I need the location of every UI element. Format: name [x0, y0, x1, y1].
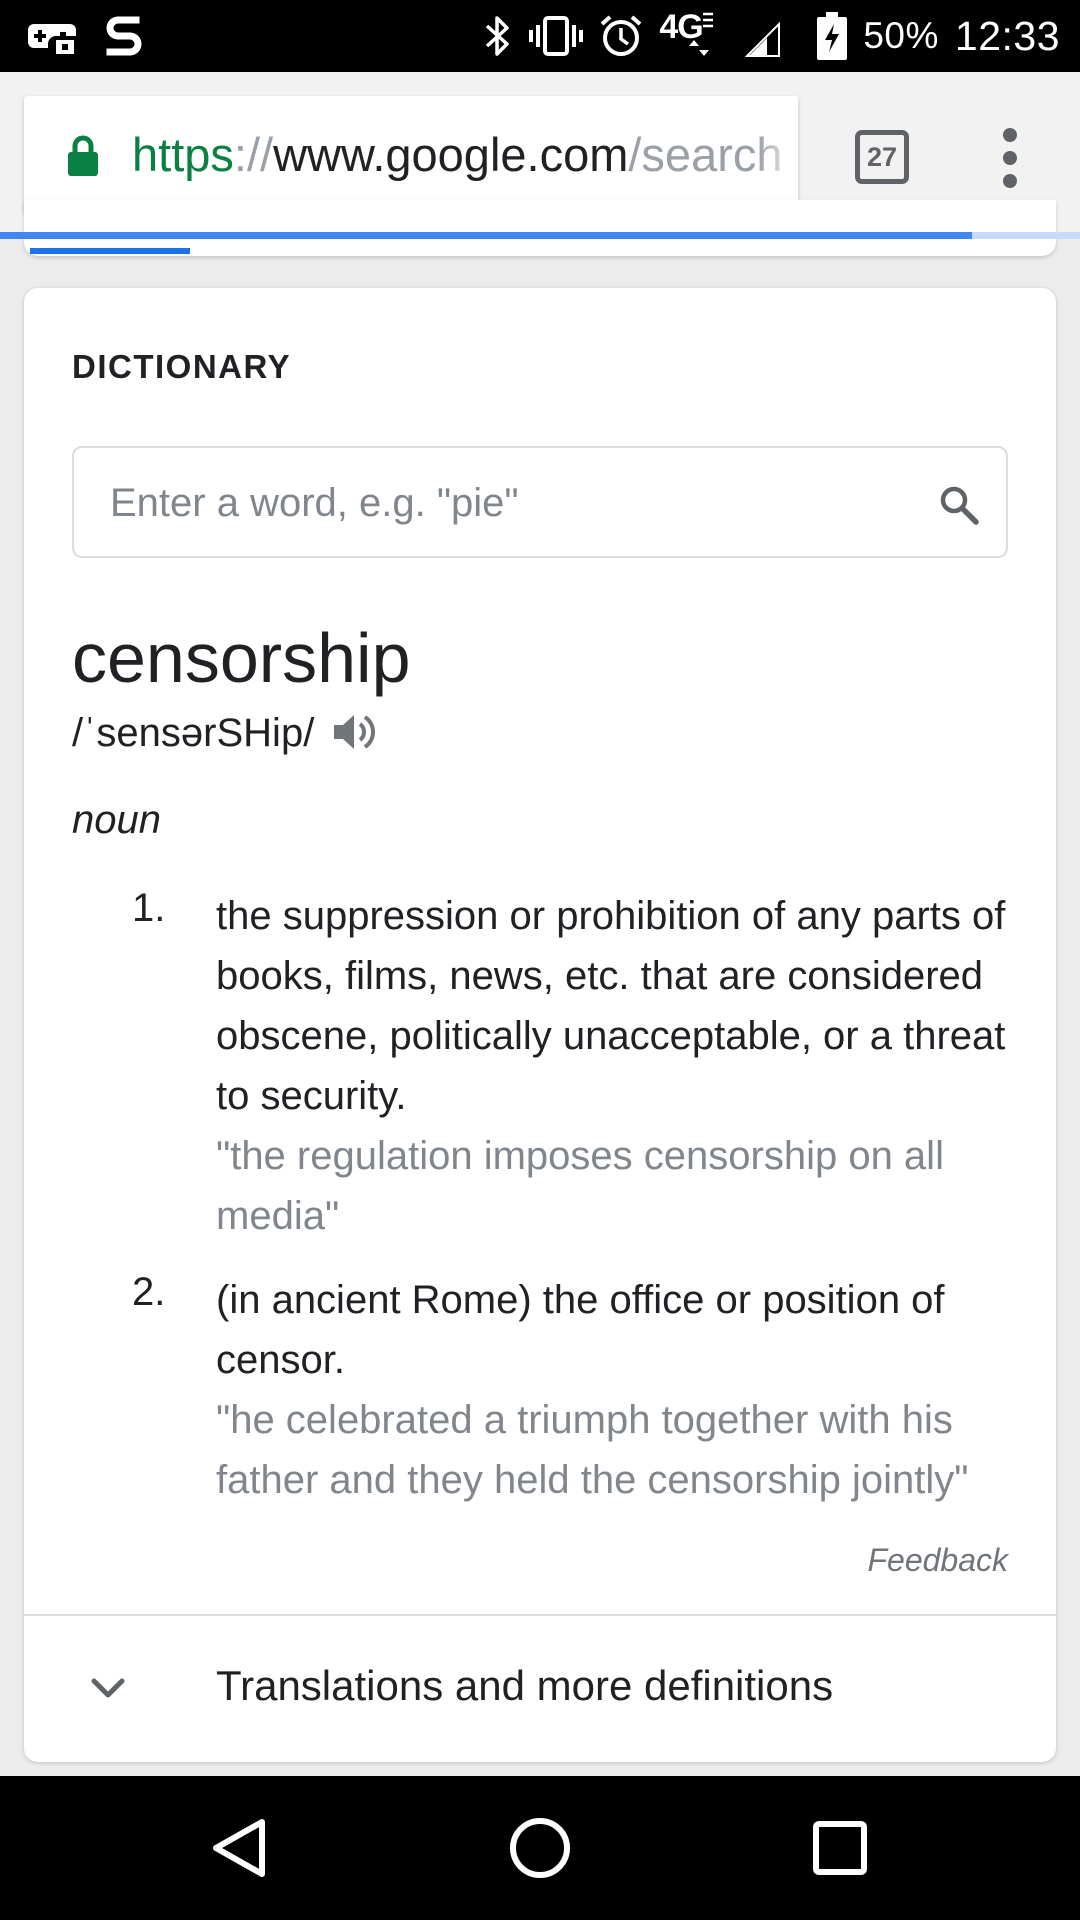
url-scheme: https [132, 128, 234, 181]
recents-icon[interactable] [804, 1812, 876, 1884]
url-host: www.google.com [273, 128, 629, 181]
game-controller-icon [28, 16, 76, 56]
sense-number: 1. [132, 886, 166, 930]
more-definitions-label: Translations and more definitions [216, 1662, 834, 1709]
network-4g-lte-icon: 4G [659, 8, 729, 62]
speaker-icon[interactable] [332, 710, 378, 759]
search-icon[interactable] [938, 484, 980, 531]
feedback-link[interactable]: Feedback [867, 1542, 1008, 1579]
chevron-down-icon [86, 1666, 130, 1715]
sense-definition: the suppression or prohibition of any pa… [216, 894, 1006, 1118]
battery-percent: 50% [863, 15, 939, 56]
s-app-icon [106, 14, 142, 58]
battery-charging-icon [817, 12, 848, 60]
back-icon[interactable] [204, 1812, 276, 1884]
card-title: DICTIONARY [72, 348, 292, 385]
status-bar-left [28, 10, 142, 62]
url-fade [758, 96, 798, 214]
dictionary-search-input[interactable] [110, 466, 890, 540]
home-icon[interactable] [504, 1812, 576, 1884]
url-bar[interactable]: https://www.google.com/search [24, 96, 798, 214]
dictionary-card: DICTIONARY censorship /ˈsensərSHip/ [24, 288, 1056, 1762]
url-text: https://www.google.com/search [132, 96, 783, 214]
clock-time: 12:33 [954, 12, 1060, 59]
sense-example: "he celebrated a triumph together with h… [216, 1398, 969, 1502]
status-bar-right: 4G 50% 12:33 [483, 8, 1060, 64]
page-load-progress [0, 232, 1080, 239]
status-bar: 4G 50% 12:33 [0, 0, 1080, 72]
sense-body: (in ancient Rome) the office or position… [216, 1270, 1016, 1510]
vibrate-icon [529, 14, 584, 58]
previous-result-card [24, 200, 1056, 256]
part-of-speech: noun [72, 798, 161, 842]
tab-switcher-button[interactable]: 27 [855, 130, 909, 184]
dictionary-search-box[interactable] [72, 446, 1008, 558]
overflow-menu-icon[interactable] [990, 128, 1030, 188]
menu-dot [1003, 151, 1017, 165]
signal-icon [745, 14, 781, 58]
menu-dot [1003, 174, 1017, 188]
sense-example: "the regulation imposes censorship on al… [216, 1134, 944, 1238]
progress-fill [0, 232, 972, 239]
alarm-icon [599, 14, 643, 58]
active-tab-indicator [30, 248, 190, 254]
phonetic-spelling: /ˈsensərSHip/ [72, 711, 315, 755]
headword: censorship [72, 619, 411, 697]
bluetooth-icon [483, 14, 513, 58]
screen: 4G 50% 12:33 https://www.google.com/sear… [0, 0, 1080, 1920]
sense-number: 2. [132, 1270, 166, 1314]
pronunciation-row: /ˈsensərSHip/ [72, 708, 378, 759]
sense-definition: (in ancient Rome) the office or position… [216, 1278, 945, 1382]
url-separator: :// [233, 128, 274, 181]
navigation-bar [0, 1776, 1080, 1920]
more-definitions-toggle[interactable]: Translations and more definitions [24, 1616, 1056, 1762]
sense-body: the suppression or prohibition of any pa… [216, 886, 1016, 1246]
lock-icon [66, 134, 100, 181]
menu-dot [1003, 128, 1017, 142]
